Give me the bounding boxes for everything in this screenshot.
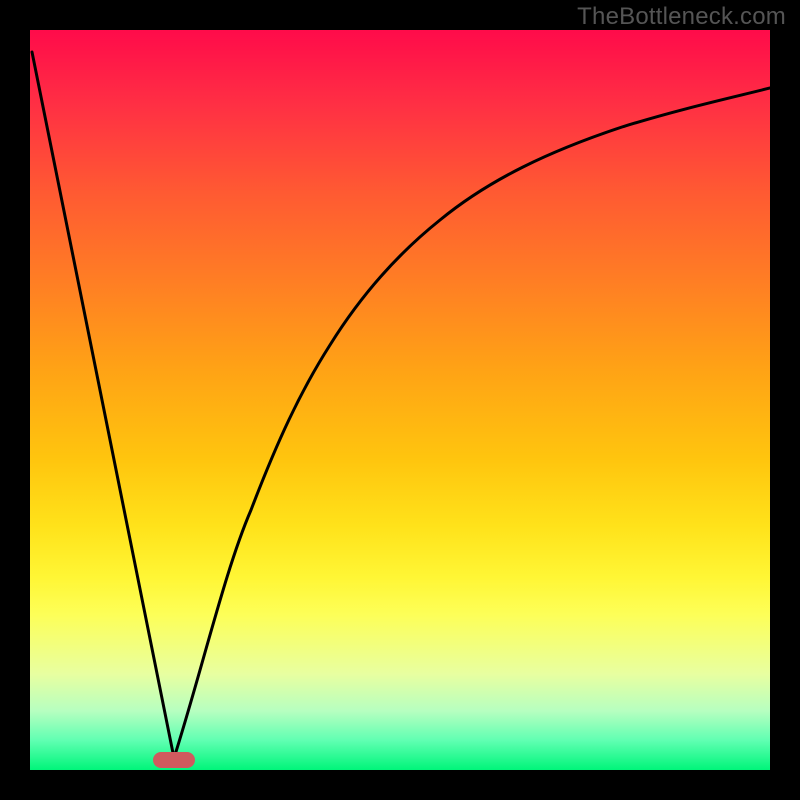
trough-marker — [153, 752, 195, 768]
curve-left-descent — [32, 52, 174, 758]
curve-layer — [30, 30, 770, 770]
plot-area — [30, 30, 770, 770]
chart-frame: TheBottleneck.com — [0, 0, 800, 800]
curve-right-ascent — [174, 88, 770, 758]
watermark-text: TheBottleneck.com — [577, 3, 786, 31]
